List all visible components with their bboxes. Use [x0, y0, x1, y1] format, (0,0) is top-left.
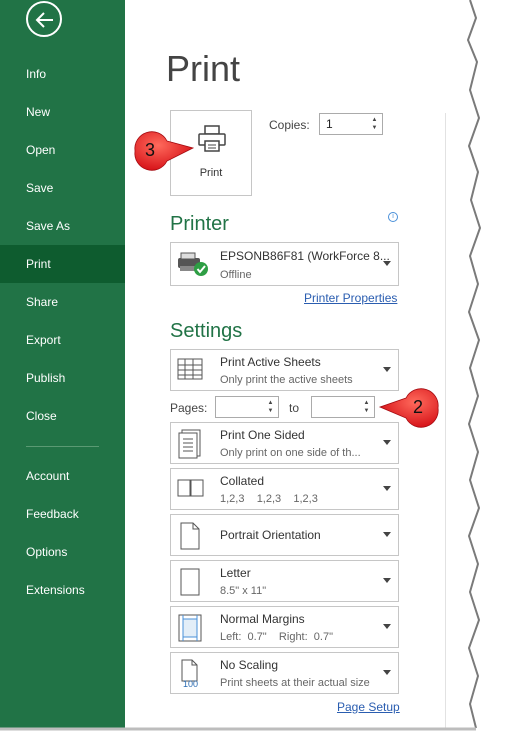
copies-value: 1: [326, 117, 333, 131]
printer-icon: [198, 125, 226, 152]
portrait-icon: [180, 522, 200, 550]
print-what-title: Print Active Sheets: [220, 355, 321, 369]
nav-item-extensions[interactable]: Extensions: [0, 571, 125, 609]
orientation-title: Portrait Orientation: [220, 528, 321, 542]
sides-subtitle: Only print on one side of th...: [220, 447, 361, 459]
chevron-down-icon: [383, 261, 391, 266]
pages-to-arrows-icon[interactable]: ▲ ▼: [362, 399, 371, 415]
scaling-subtitle: Print sheets at their actual size: [220, 677, 370, 689]
nav-item-info[interactable]: Info: [0, 55, 125, 93]
printer-ready-icon: [178, 252, 208, 276]
preview-divider: [445, 113, 446, 728]
paper-letter-icon: [180, 568, 200, 596]
paper-size-dropdown[interactable]: Letter 8.5" x 11": [170, 560, 399, 602]
copies-stepper[interactable]: 1 ▲ ▼: [319, 113, 383, 135]
margins-icon: [178, 614, 202, 642]
pages-label: Pages:: [170, 401, 208, 415]
scaling-title: No Scaling: [220, 658, 279, 672]
scaling-icon-text: 100: [183, 679, 199, 689]
chevron-down-icon: [383, 624, 391, 629]
margins-subtitle: Left: 0.7" Right: 0.7": [220, 631, 333, 643]
pages-from-stepper[interactable]: ▲ ▼: [215, 396, 279, 418]
nav-item-open[interactable]: Open: [0, 131, 125, 169]
nav-divider: [26, 446, 99, 447]
backstage-nav: Info New Open Save Save As Print Share E…: [0, 0, 125, 728]
pages-to-label: to: [289, 401, 300, 415]
collation-title: Collated: [220, 474, 265, 488]
paper-size-title: Letter: [220, 566, 251, 580]
nav-item-new[interactable]: New: [0, 93, 125, 131]
pages-from-arrows-icon[interactable]: ▲ ▼: [266, 399, 275, 415]
margins-title: Normal Margins: [220, 612, 305, 626]
nav-item-close[interactable]: Close: [0, 397, 125, 435]
page-title: Print: [166, 48, 241, 89]
print-what-subtitle: Only print the active sheets: [220, 374, 353, 386]
copies-label: Copies:: [269, 118, 310, 132]
nav-item-account[interactable]: Account: [0, 457, 125, 495]
sides-dropdown[interactable]: Print One Sided Only print on one side o…: [170, 422, 399, 464]
info-icon[interactable]: i: [388, 212, 398, 222]
nav-item-share[interactable]: Share: [0, 283, 125, 321]
nav-item-publish[interactable]: Publish: [0, 359, 125, 397]
collation-dropdown[interactable]: Collated 1,2,3 1,2,3 1,2,3: [170, 468, 399, 510]
collation-subtitle: 1,2,3 1,2,3 1,2,3: [220, 493, 318, 505]
sides-title: Print One Sided: [220, 428, 305, 442]
copies-arrows-icon[interactable]: ▲ ▼: [370, 116, 379, 132]
nav-item-export[interactable]: Export: [0, 321, 125, 359]
chevron-down-icon: [383, 440, 391, 445]
printer-status: Offline: [220, 269, 252, 281]
scaling-dropdown[interactable]: 100 No Scaling Print sheets at their act…: [170, 652, 399, 694]
chevron-down-icon: [383, 486, 391, 491]
printer-properties-link[interactable]: Printer Properties: [304, 291, 397, 305]
pages-to-stepper[interactable]: ▲ ▼: [311, 396, 375, 418]
callout-step-3: [134, 131, 195, 171]
printer-dropdown[interactable]: EPSONB86F81 (WorkForce 8... Offline: [170, 242, 399, 286]
back-arrow-icon[interactable]: [26, 1, 62, 37]
nav-item-print[interactable]: Print: [0, 245, 125, 283]
nav-item-options[interactable]: Options: [0, 533, 125, 571]
margins-dropdown[interactable]: Normal Margins Left: 0.7" Right: 0.7": [170, 606, 399, 648]
page-setup-link[interactable]: Page Setup: [337, 700, 400, 714]
print-what-dropdown[interactable]: Print Active Sheets Only print the activ…: [170, 349, 399, 391]
orientation-dropdown[interactable]: Portrait Orientation: [170, 514, 399, 556]
chevron-down-icon: [383, 532, 391, 537]
printer-section-title: Printer: [170, 213, 229, 235]
active-sheets-icon: [177, 358, 203, 380]
chevron-down-icon: [383, 670, 391, 675]
printer-name: EPSONB86F81 (WorkForce 8...: [220, 249, 390, 263]
nav-item-save[interactable]: Save: [0, 169, 125, 207]
one-sided-icon: [178, 429, 201, 459]
paper-size-subtitle: 8.5" x 11": [220, 585, 267, 597]
chevron-down-icon: [383, 578, 391, 583]
nav-item-feedback[interactable]: Feedback: [0, 495, 125, 533]
nav-item-save-as[interactable]: Save As: [0, 207, 125, 245]
settings-section-title: Settings: [170, 320, 243, 342]
collated-icon: [177, 479, 204, 497]
chevron-down-icon: [383, 367, 391, 372]
